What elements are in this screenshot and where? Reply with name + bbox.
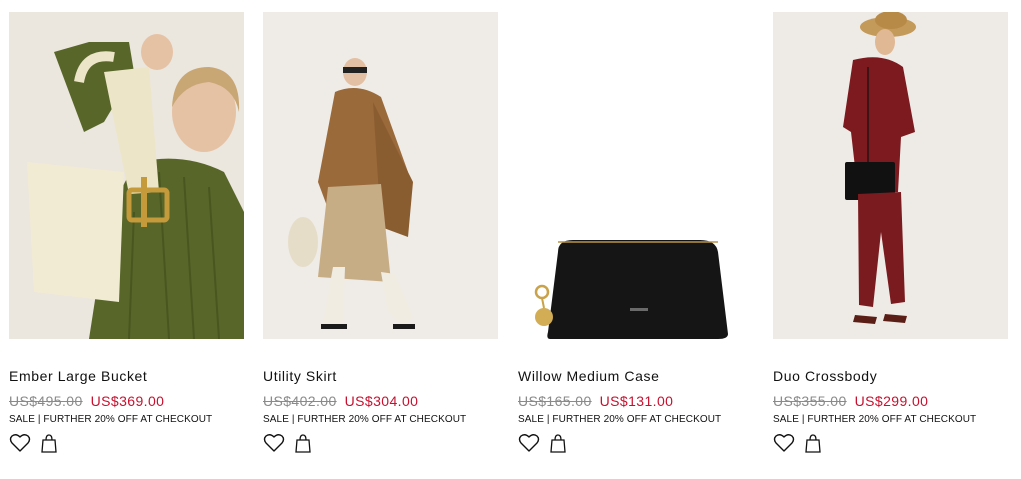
price-row: US$402.00 US$304.00 — [263, 393, 498, 409]
heart-icon[interactable] — [773, 433, 795, 453]
product-actions — [9, 432, 244, 454]
promo-text: SALE | FURTHER 20% OFF AT CHECKOUT — [9, 414, 213, 425]
sale-price: US$369.00 — [90, 393, 165, 409]
product-card: Willow Medium Case US$165.00 US$131.00 SA… — [518, 12, 753, 454]
product-name[interactable]: Duo Crossbody — [773, 368, 1008, 384]
sale-price: US$131.00 — [599, 393, 674, 409]
heart-icon[interactable] — [9, 433, 31, 453]
original-price: US$495.00 — [9, 393, 83, 409]
sale-price: US$304.00 — [344, 393, 419, 409]
product-card: Ember Large Bucket US$495.00 US$369.00 SA… — [9, 12, 244, 454]
heart-icon[interactable] — [518, 433, 540, 453]
promo-text: SALE | FURTHER 20% OFF AT CHECKOUT — [263, 414, 467, 425]
product-grid: Ember Large Bucket US$495.00 US$369.00 SA… — [0, 0, 1021, 479]
original-price: US$165.00 — [518, 393, 592, 409]
product-image[interactable] — [9, 12, 244, 339]
product-card: Utility Skirt US$402.00 US$304.00 SALE | … — [263, 12, 498, 454]
price-row: US$165.00 US$131.00 — [518, 393, 753, 409]
shopping-bag-icon[interactable] — [295, 433, 311, 453]
heart-icon[interactable] — [263, 433, 285, 453]
original-price: US$402.00 — [263, 393, 337, 409]
shopping-bag-icon[interactable] — [550, 433, 566, 453]
product-image[interactable] — [773, 12, 1008, 339]
sale-price: US$299.00 — [854, 393, 929, 409]
promo-text: SALE | FURTHER 20% OFF AT CHECKOUT — [518, 414, 722, 425]
product-actions — [773, 432, 1008, 454]
shopping-bag-icon[interactable] — [41, 433, 57, 453]
product-actions — [263, 432, 498, 454]
shopping-bag-icon[interactable] — [805, 433, 821, 453]
original-price: US$355.00 — [773, 393, 847, 409]
product-card: Duo Crossbody US$355.00 US$299.00 SALE | … — [773, 12, 1008, 454]
product-name[interactable]: Utility Skirt — [263, 368, 498, 384]
price-row: US$495.00 US$369.00 — [9, 393, 244, 409]
product-name[interactable]: Willow Medium Case — [518, 368, 753, 384]
product-actions — [518, 432, 753, 454]
product-image[interactable] — [263, 12, 498, 339]
price-row: US$355.00 US$299.00 — [773, 393, 1008, 409]
promo-text: SALE | FURTHER 20% OFF AT CHECKOUT — [773, 414, 977, 425]
product-name[interactable]: Ember Large Bucket — [9, 368, 244, 384]
product-image[interactable] — [518, 12, 753, 339]
